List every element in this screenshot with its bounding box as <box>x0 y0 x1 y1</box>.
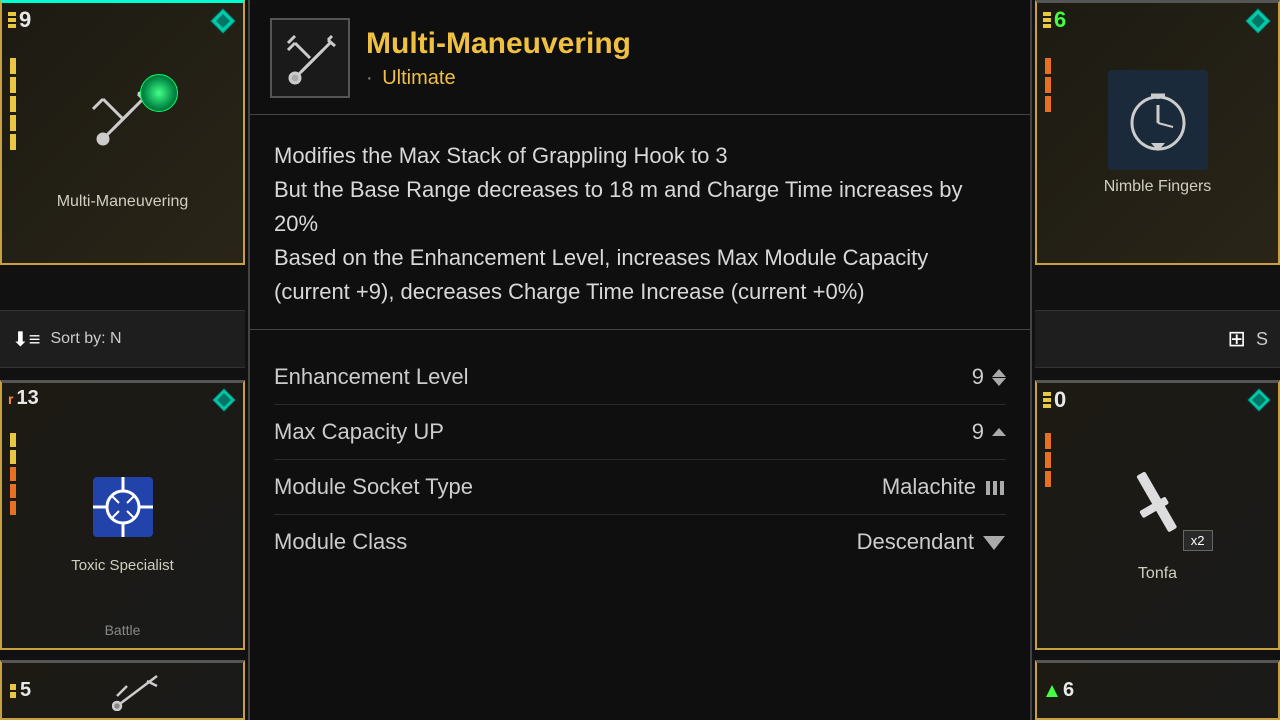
partial-rank-num-left: 5 <box>20 679 31 702</box>
detail-panel: Multi-Maneuvering · Ultimate Modifies th… <box>248 0 1032 720</box>
card-multi-maneuvering[interactable]: 9 Mult <box>0 0 245 265</box>
rank-badge-toxic: r 13 <box>8 387 39 410</box>
skill-name: Multi-Maneuvering <box>366 27 631 61</box>
left-side-bars <box>10 58 16 150</box>
tonfa-left-bars <box>1045 433 1051 487</box>
sort-label: Sort by: N <box>50 330 121 348</box>
rank-number-tonfa: 0 <box>1054 387 1066 413</box>
skill-type: · Ultimate <box>366 67 631 90</box>
malachite-icon <box>984 476 1006 498</box>
stat-label-enhancement: Enhancement Level <box>274 364 468 390</box>
detail-description: Modifies the Max Stack of Grappling Hook… <box>250 115 1030 330</box>
stat-value-capacity: 9 <box>972 419 1006 445</box>
battle-tag: Battle <box>105 622 141 638</box>
diamond-icon-tonfa <box>1246 387 1272 418</box>
partial-rank-left: 5 <box>10 679 31 702</box>
desc-text: Modifies the Max Stack of Grappling Hook… <box>274 139 1006 309</box>
rank-number-toxic: 13 <box>16 387 38 410</box>
x2-badge: x2 <box>1183 530 1213 551</box>
nimble-image <box>1108 70 1208 170</box>
stat-row-capacity[interactable]: Max Capacity UP 9 <box>274 405 1006 460</box>
rank-number-nimble: 6 <box>1054 7 1066 33</box>
green-orb <box>140 74 178 112</box>
toxic-icon <box>83 467 163 547</box>
updown-arrows <box>992 369 1006 386</box>
card-partial-bottom-right[interactable]: 6 <box>1035 660 1280 720</box>
rank-bars-tonfa <box>1043 392 1051 408</box>
sort-right-label: S <box>1256 329 1268 350</box>
card-partial-bottom-left[interactable]: 5 <box>0 660 245 720</box>
toxic-image <box>73 457 173 557</box>
rank-prefix-toxic: r <box>8 391 13 407</box>
triangle-rank-icon <box>1045 684 1059 698</box>
layers-icon: ⊞ <box>1228 326 1246 352</box>
partial-rank-right: 6 <box>1045 679 1074 702</box>
diamond-icon-toxic <box>211 387 237 418</box>
skill-icon-grapple <box>280 28 340 88</box>
rank-badge-left: 9 <box>8 7 31 33</box>
nimble-label: Nimble Fingers <box>1104 178 1212 196</box>
nimble-left-bars <box>1045 58 1051 112</box>
toxic-label: Toxic Specialist <box>71 557 174 574</box>
card-toxic-specialist[interactable]: r 13 <box>0 380 245 650</box>
stat-value-socket: Malachite <box>882 474 1006 500</box>
tonfa-label: Tonfa <box>1138 565 1177 583</box>
rank-number-left: 9 <box>19 7 31 33</box>
partial-image-left <box>39 671 235 711</box>
dot-separator: · <box>366 67 378 89</box>
rank-badge-tonfa: 0 <box>1043 387 1066 413</box>
card-tonfa[interactable]: 0 x2 Tonfa <box>1035 380 1280 650</box>
stat-value-class: Descendant <box>857 529 1006 555</box>
diamond-icon-left <box>209 7 237 40</box>
up-arrow-capacity <box>992 428 1006 436</box>
detail-stats: Enhancement Level 9 Max Capacity UP 9 Mo… <box>250 330 1030 589</box>
rank-bars <box>8 12 16 28</box>
stat-row-enhancement[interactable]: Enhancement Level 9 <box>274 350 1006 405</box>
sort-bar-right[interactable]: ⊞ S <box>1035 310 1280 368</box>
partial-icon-left <box>112 671 162 711</box>
card-nimble-fingers[interactable]: 6 Nimble Fingers <box>1035 0 1280 265</box>
card-image-multi <box>58 54 188 184</box>
skill-title-area: Multi-Maneuvering · Ultimate <box>366 27 631 90</box>
detail-header: Multi-Maneuvering · Ultimate <box>250 0 1030 115</box>
partial-rank-num-right: 6 <box>1063 679 1074 702</box>
rank-badge-nimble: 6 <box>1043 7 1066 33</box>
descendant-icon <box>982 532 1006 552</box>
stat-value-enhancement: 9 <box>972 364 1006 390</box>
stat-row-class: Module Class Descendant <box>274 515 1006 569</box>
rank-bars-nimble <box>1043 12 1051 28</box>
stat-label-capacity: Max Capacity UP <box>274 419 444 445</box>
tonfa-image: x2 <box>1103 449 1213 559</box>
stat-label-socket: Module Socket Type <box>274 474 473 500</box>
nimble-icon <box>1123 85 1193 155</box>
toxic-left-bars <box>10 433 16 515</box>
sort-bar-left[interactable]: ⬇≡ Sort by: N <box>0 310 245 368</box>
card-label-multi: Multi-Maneuvering <box>57 192 189 213</box>
diamond-icon-nimble <box>1244 7 1272 40</box>
stat-label-class: Module Class <box>274 529 407 555</box>
skill-icon-box <box>270 18 350 98</box>
stat-row-socket: Module Socket Type Malachite <box>274 460 1006 515</box>
sort-icon: ⬇≡ <box>12 327 40 352</box>
